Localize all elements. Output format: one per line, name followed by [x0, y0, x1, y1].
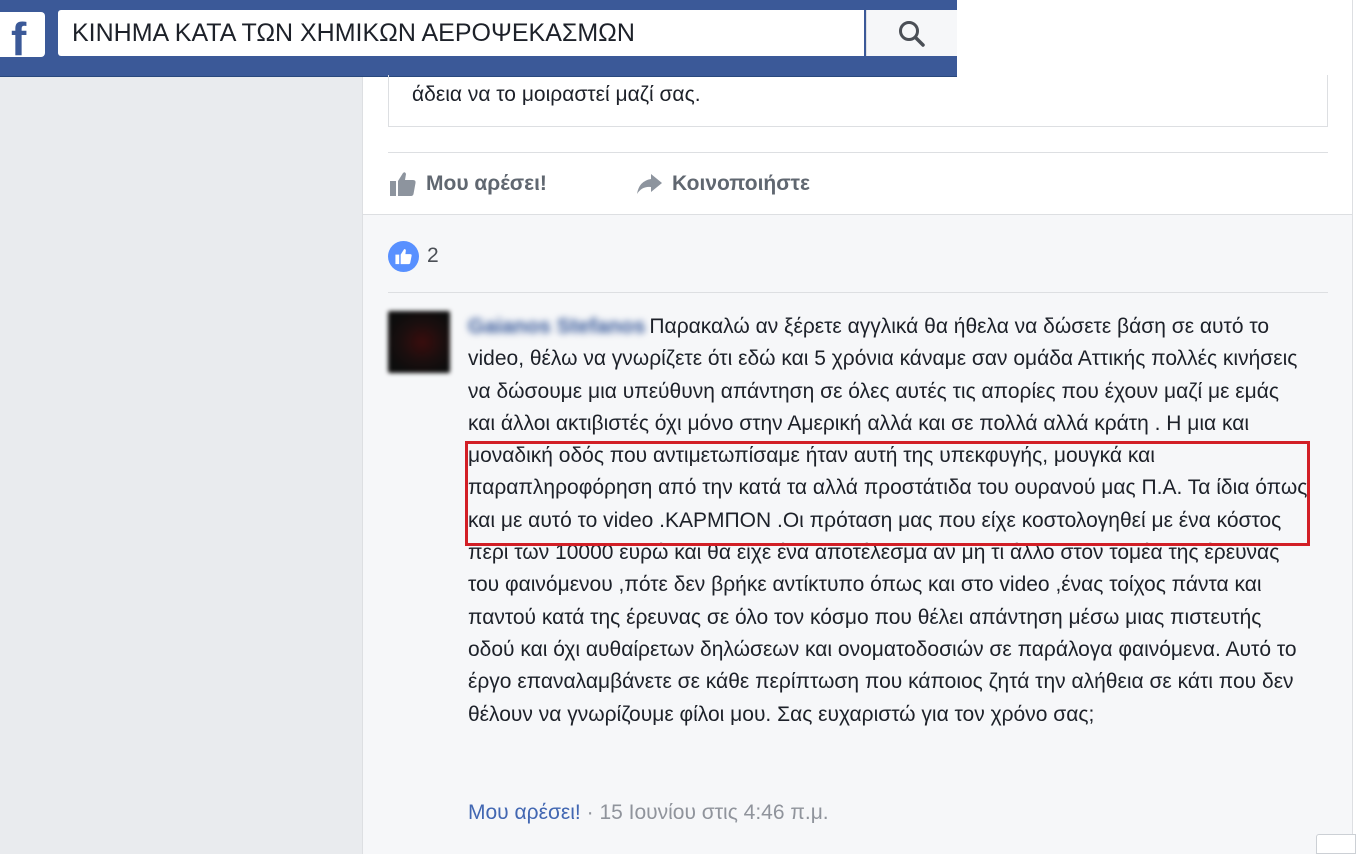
chat-tab-corner[interactable]	[1316, 834, 1356, 854]
like-reaction-icon	[388, 240, 419, 272]
page-right-edge	[1352, 0, 1357, 854]
comment-timestamp[interactable]: 15 Ιουνίου στις 4:46 π.μ.	[599, 801, 828, 824]
facebook-logo[interactable]: f	[0, 12, 45, 62]
post-card: άδεια να το μοιραστεί μαζί σας. Μου αρέσ…	[362, 75, 1352, 854]
comment-body: Gaianos Stefanos Παρακαλώ αν ξέρετε αγγλι…	[468, 311, 1308, 731]
search-box	[58, 10, 864, 56]
search-icon	[899, 21, 925, 47]
post-actions: Μου αρέσει! Κοινοποιήστε	[388, 152, 1328, 214]
facebook-logo-letter: f	[11, 13, 27, 65]
like-button[interactable]: Μου αρέσει!	[388, 153, 547, 215]
shared-attachment[interactable]: άδεια να το μοιραστεί μαζί σας.	[388, 75, 1328, 127]
comments-section: 2 Gaianos Stefanos Παρακαλώ αν ξέρετε αγγ…	[363, 214, 1352, 854]
reaction-count: 2	[427, 244, 439, 267]
share-button[interactable]: Κοινοποιήστε	[634, 153, 810, 215]
meta-separator: ·	[580, 801, 600, 824]
share-button-label: Κοινοποιήστε	[672, 172, 810, 195]
attachment-description: άδεια να το μοιραστεί μαζί σας.	[412, 83, 701, 106]
avatar[interactable]	[388, 311, 450, 373]
reactions-summary[interactable]: 2	[388, 240, 439, 272]
divider	[388, 292, 1328, 293]
search-input[interactable]	[58, 10, 864, 56]
thumbs-up-icon	[395, 248, 412, 264]
comment-author[interactable]: Gaianos Stefanos	[468, 315, 645, 338]
thumbs-up-icon	[390, 172, 416, 196]
search-button[interactable]	[866, 10, 957, 56]
comment-meta: Μου αρέσει! · 15 Ιουνίου στις 4:46 π.μ.	[468, 801, 829, 825]
comment-text: Παρακαλώ αν ξέρετε αγγλικά θα ήθελα να δ…	[468, 315, 1308, 726]
comment-like-link[interactable]: Μου αρέσει!	[468, 801, 581, 824]
top-navigation-bar: f	[0, 0, 957, 77]
like-button-label: Μου αρέσει!	[426, 172, 547, 195]
header-right-blank	[957, 0, 1357, 77]
share-arrow-icon	[637, 174, 662, 194]
